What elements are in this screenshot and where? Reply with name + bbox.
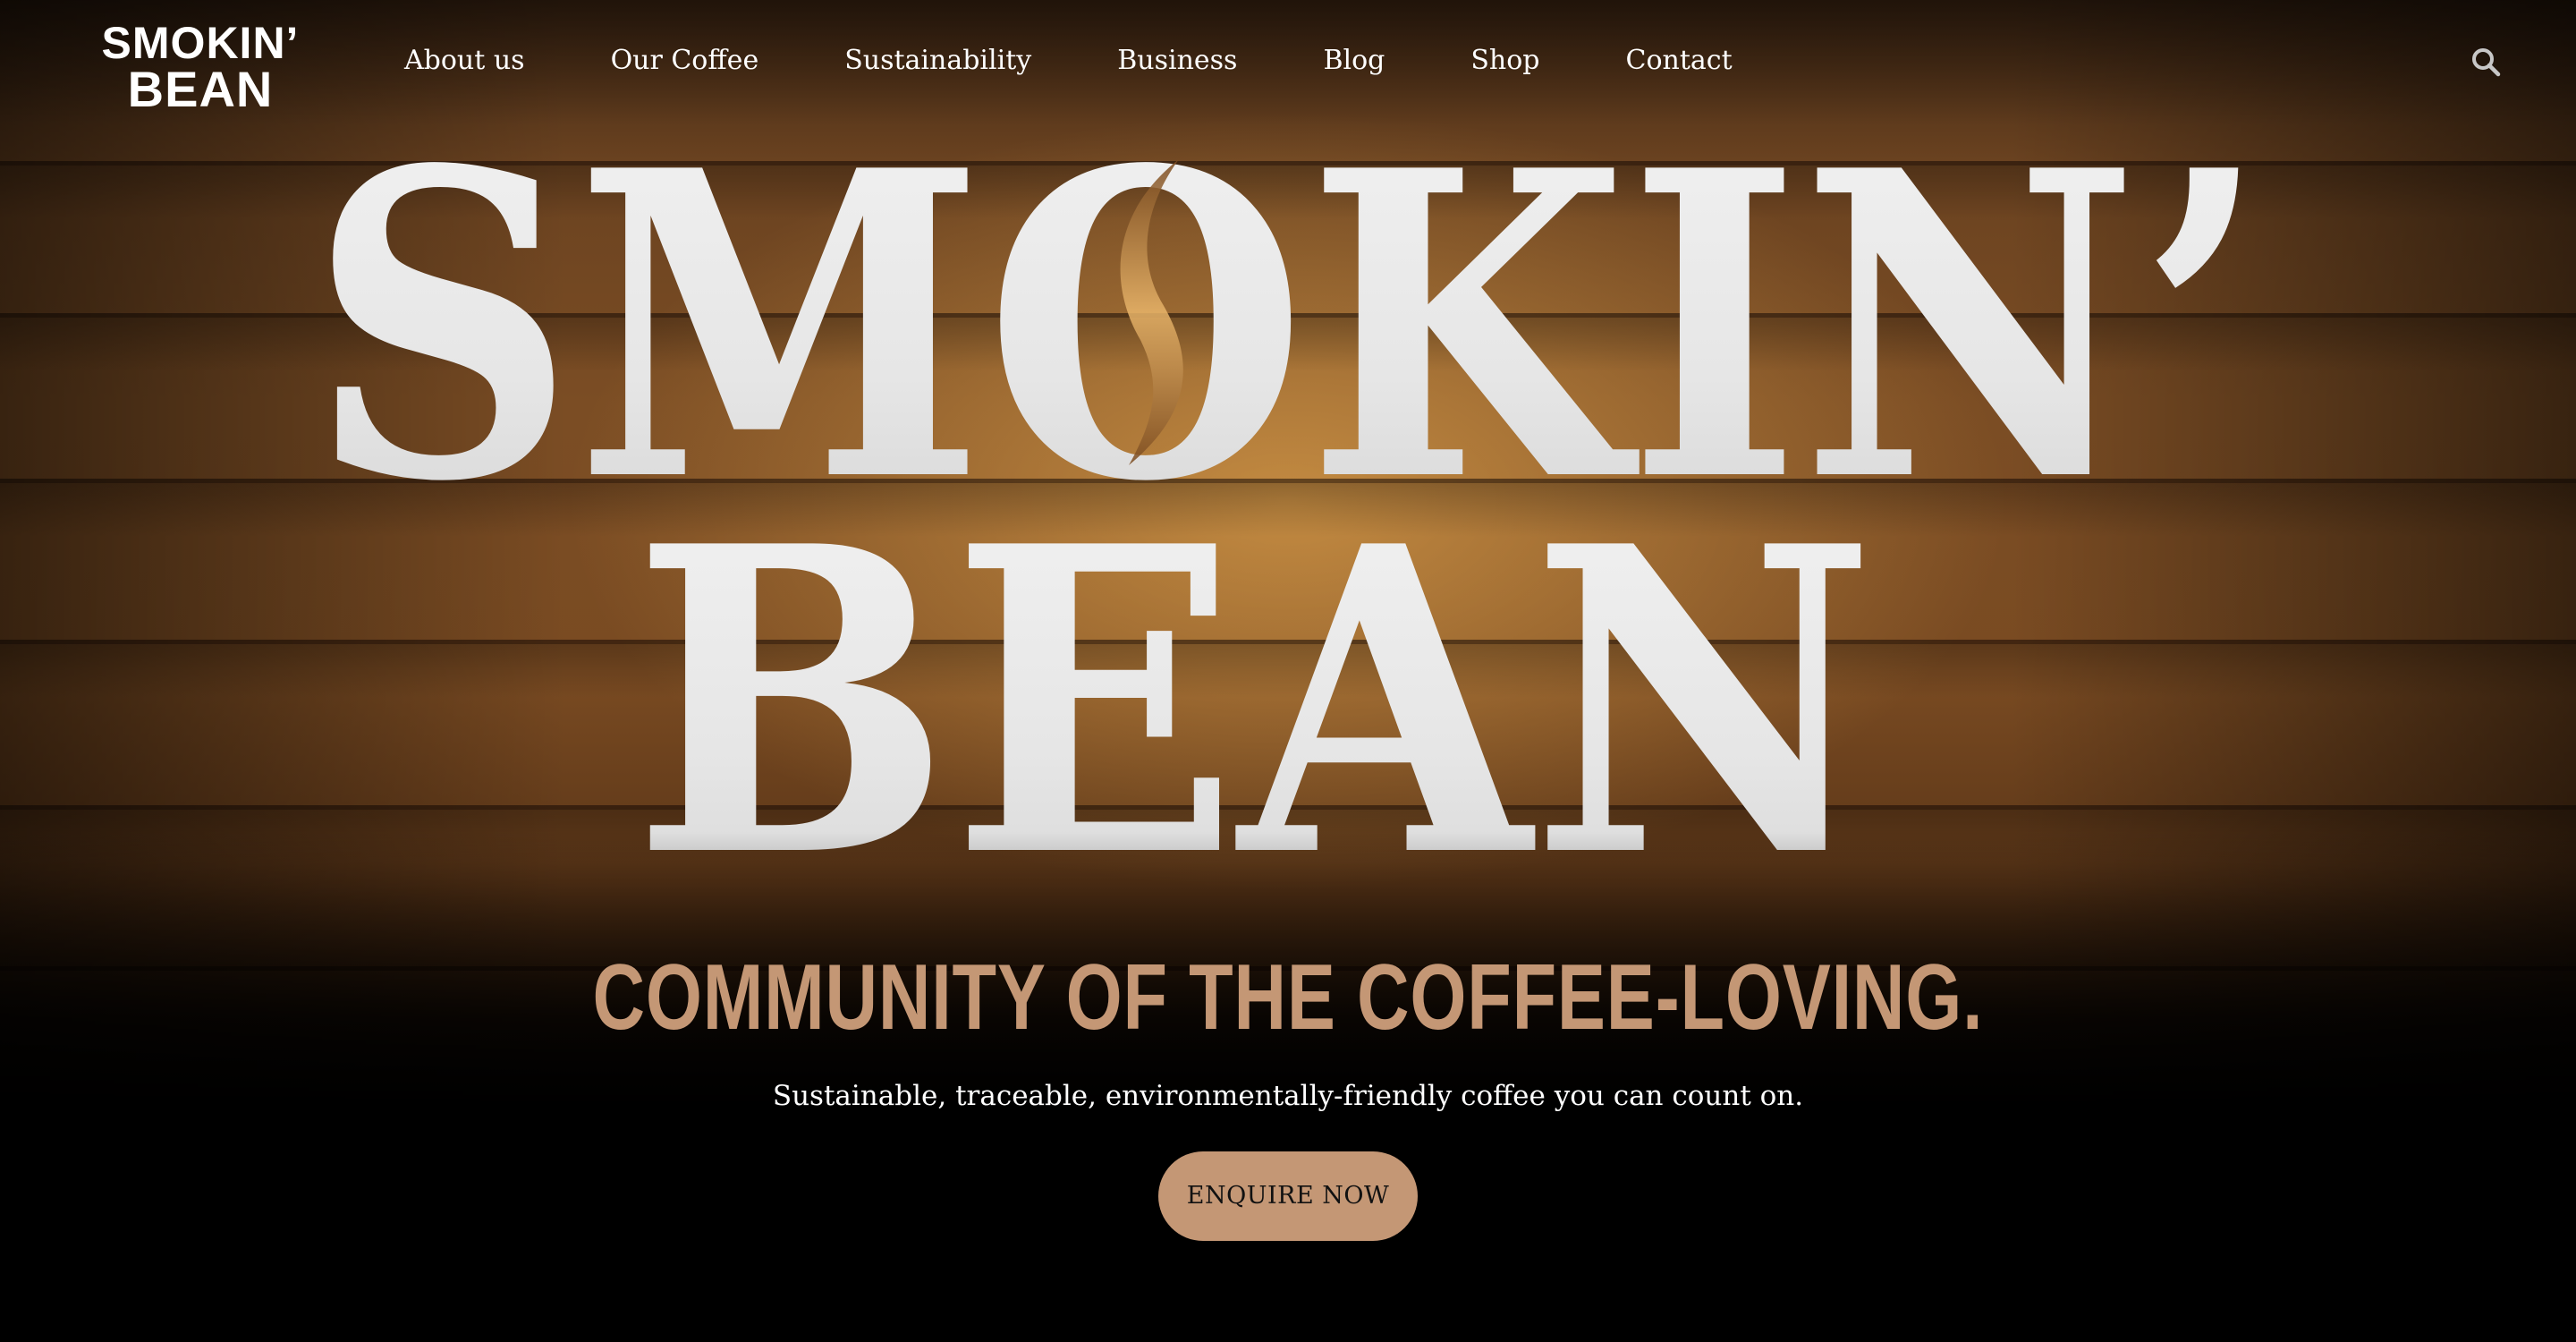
nav-item-business[interactable]: Business — [1117, 39, 1237, 82]
hero-background: SMOKIN’ BEAN — [0, 0, 2576, 1342]
sign-line-2: BEAN — [632, 455, 1876, 895]
main-nav: About us Our Coffee Sustainability Busin… — [404, 39, 1818, 82]
nav-item-blog[interactable]: Blog — [1323, 39, 1385, 82]
logo-line-2: BEAN — [127, 61, 274, 117]
hero-subtitle: Sustainable, traceable, environmentally-… — [772, 1080, 1804, 1112]
nav-item-about-us[interactable]: About us — [404, 39, 525, 82]
nav-item-our-coffee[interactable]: Our Coffee — [611, 39, 759, 82]
nav-item-shop[interactable]: Shop — [1470, 39, 1539, 82]
site-header: SMOKIN’ BEAN About us Our Coffee Sustain… — [0, 0, 2576, 125]
search-icon[interactable] — [2469, 45, 2504, 81]
hero-sign: SMOKIN’ BEAN — [309, 80, 2267, 895]
nav-item-contact[interactable]: Contact — [1626, 39, 1733, 82]
logo-line-1: SMOKIN’ — [101, 18, 300, 68]
hero-tagline: COMMUNITY OF THE COFFEE-LOVING. — [592, 946, 1984, 1049]
enquire-now-button[interactable]: ENQUIRE NOW — [1158, 1151, 1418, 1241]
site-logo[interactable]: SMOKIN’ BEAN — [79, 20, 322, 116]
nav-item-sustainability[interactable]: Sustainability — [844, 39, 1031, 82]
